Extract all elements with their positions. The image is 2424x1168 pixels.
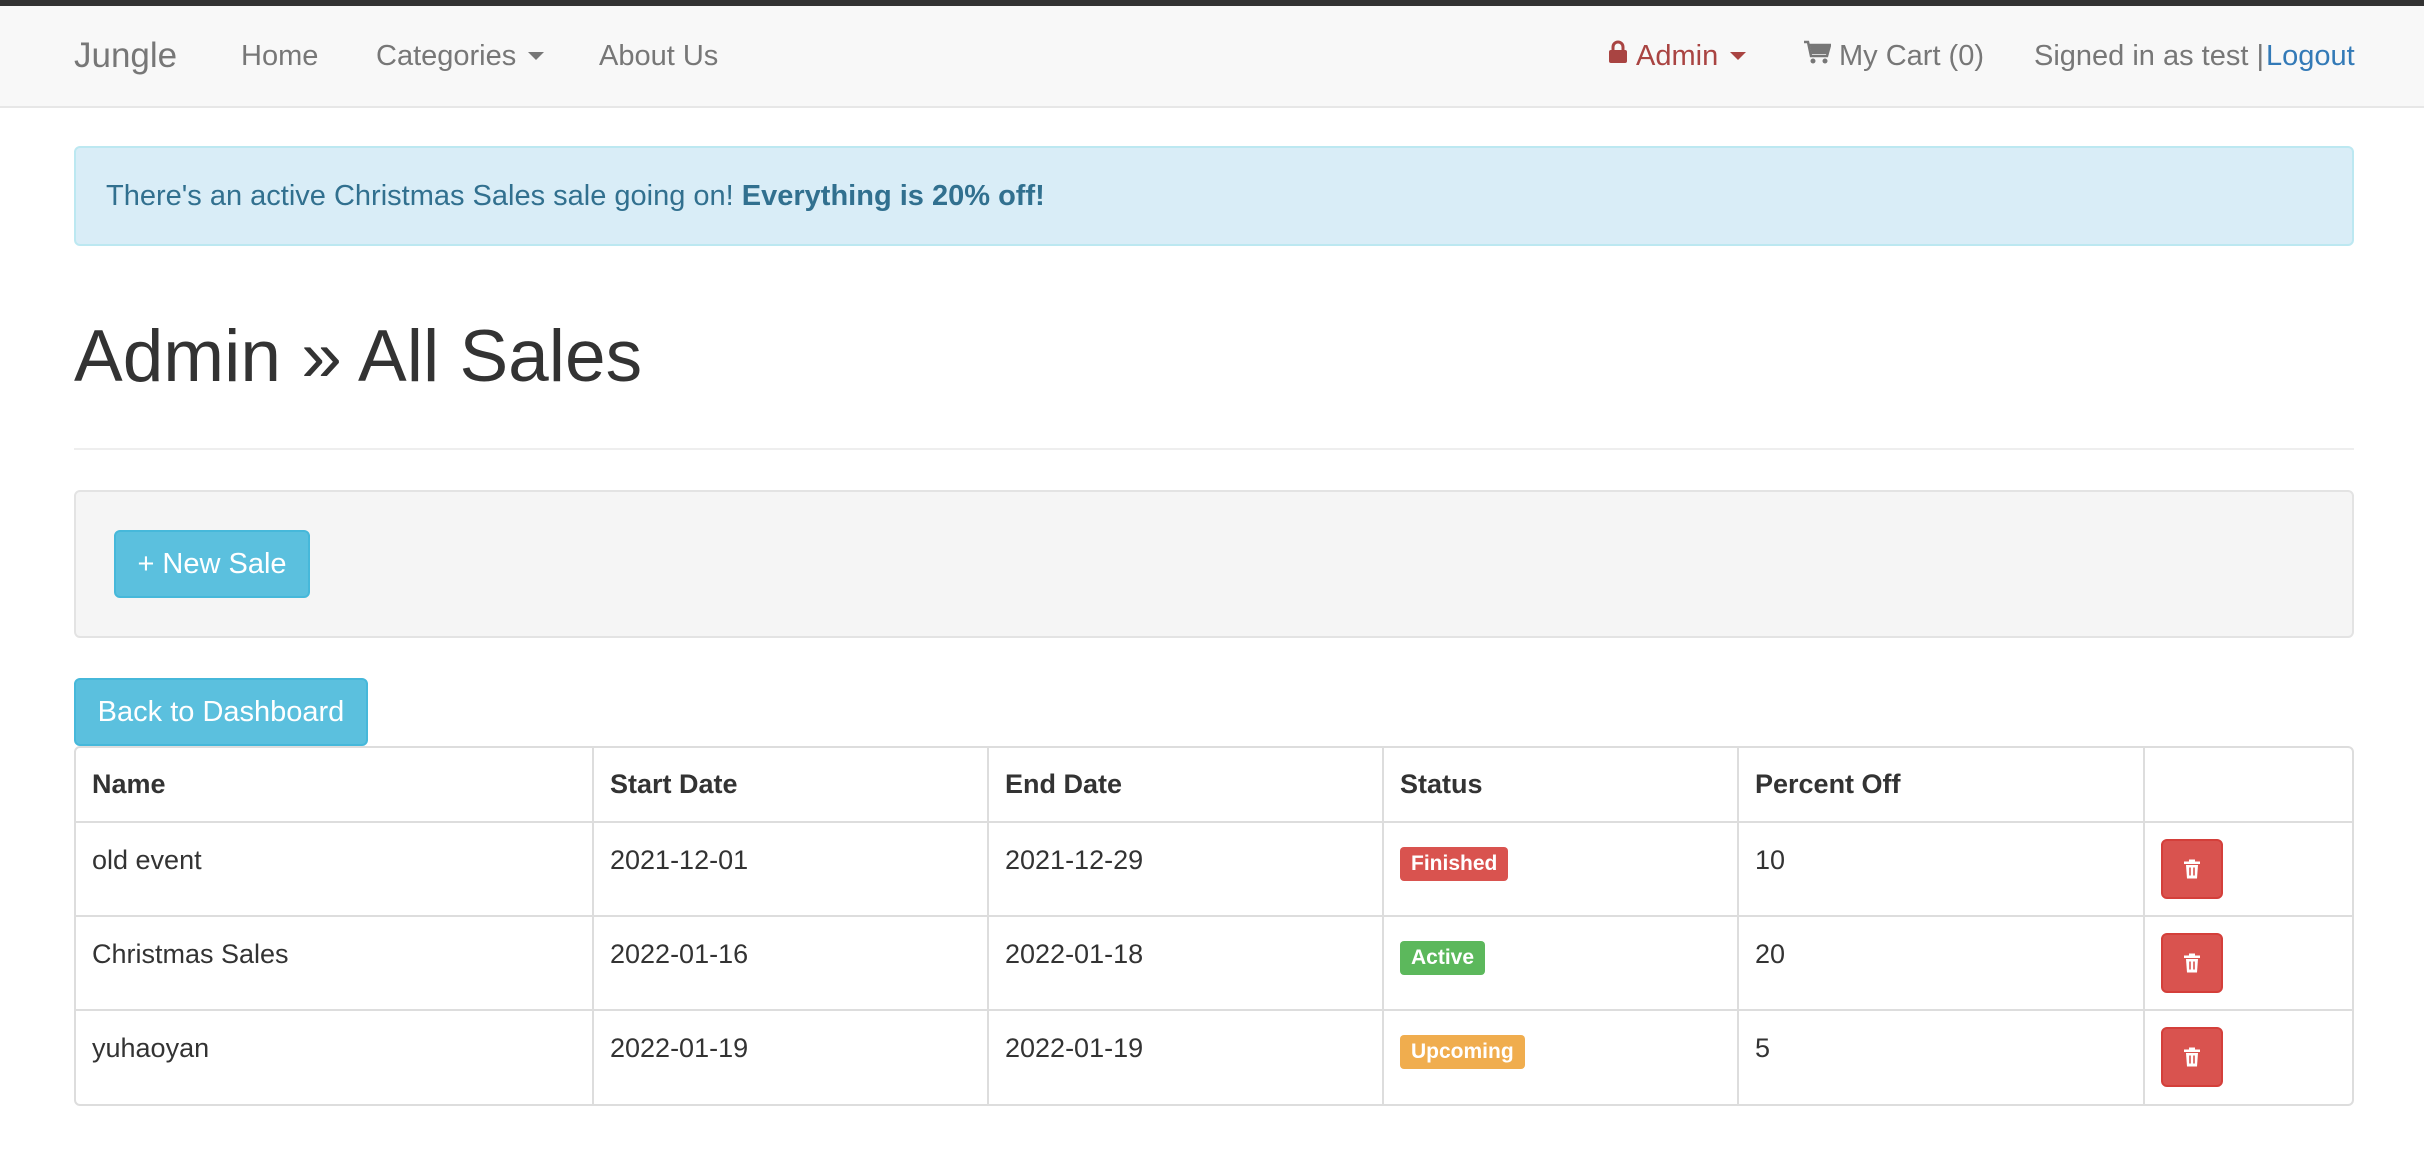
sale-alert-emphasis: Everything is 20% off!	[741, 180, 1045, 212]
col-header-percent-off: Percent Off	[1737, 748, 2144, 822]
delete-button[interactable]	[2161, 839, 2223, 899]
chevron-down-icon	[1730, 52, 1747, 61]
col-header-name: Name	[92, 769, 166, 799]
nav-categories-dropdown[interactable]: Categories	[376, 6, 545, 106]
lock-icon	[1608, 5, 1628, 105]
cell-end-date: 2021-12-29	[987, 821, 1383, 916]
cell-actions	[2143, 915, 2352, 1010]
nav-home[interactable]: Home	[241, 6, 318, 106]
nav-about[interactable]: About Us	[599, 6, 718, 106]
cell-start-date: 2022-01-19	[592, 1009, 988, 1104]
delete-button[interactable]	[2161, 1027, 2223, 1087]
col-header-actions	[2143, 748, 2352, 822]
cell-name: yuhaoyan	[76, 1009, 593, 1104]
col-header-start-date: Start Date	[592, 748, 988, 822]
trash-icon	[2184, 1047, 2200, 1067]
signed-in-text: Signed in as test |	[2034, 40, 2265, 72]
nav-categories-label: Categories	[376, 40, 517, 72]
cell-start-date: 2021-12-01	[592, 821, 988, 916]
header-divider	[74, 448, 2354, 450]
nav-admin-label: Admin	[1636, 40, 1719, 72]
sales-table: Name Start Date End Date Status Percent …	[74, 746, 2354, 1106]
nav-cart[interactable]: My Cart (0)	[1803, 6, 1984, 106]
cell-percent-off: 20	[1737, 915, 2144, 1010]
cell-actions	[2143, 821, 2352, 916]
cell-start-date: 2022-01-16	[592, 915, 988, 1010]
actions-well: + New Sale	[74, 490, 2354, 638]
cell-name: Christmas Sales	[76, 915, 593, 1010]
cell-name: old event	[76, 821, 593, 916]
status-badge: Finished	[1400, 847, 1509, 881]
navbar: Jungle Home Categories About Us Admin My…	[0, 6, 2424, 108]
logout-link[interactable]: Logout	[2266, 6, 2355, 106]
trash-icon	[2184, 953, 2200, 973]
shopping-cart-icon	[1803, 5, 1832, 105]
brand-link[interactable]: Jungle	[74, 6, 177, 106]
delete-button[interactable]	[2161, 933, 2223, 993]
col-header-status: Status	[1382, 748, 1738, 822]
status-badge: Upcoming	[1400, 1035, 1525, 1069]
back-to-dashboard-button[interactable]: Back to Dashboard	[74, 678, 368, 746]
sale-alert: There's an active Christmas Sales sale g…	[74, 146, 2354, 246]
status-badge: Active	[1400, 941, 1486, 975]
cell-percent-off: 5	[1737, 1009, 2144, 1104]
col-header-end-date: End Date	[987, 748, 1383, 822]
nav-admin-dropdown[interactable]: Admin	[1608, 5, 1747, 106]
cell-end-date: 2022-01-19	[987, 1009, 1383, 1104]
nav-cart-label: My Cart (0)	[1839, 40, 1984, 72]
table-row: Christmas Sales 2022-01-16 2022-01-18 Ac…	[76, 915, 2352, 1010]
page-title: Admin » All Sales	[74, 316, 643, 397]
table-row: old event 2021-12-01 2021-12-29 Finished…	[76, 821, 2352, 916]
cell-status: Upcoming	[1382, 1009, 1738, 1104]
cell-status: Finished	[1382, 821, 1738, 916]
sale-alert-text: There's an active Christmas Sales sale g…	[106, 180, 742, 212]
cell-status: Active	[1382, 915, 1738, 1010]
table-row: yuhaoyan 2022-01-19 2022-01-19 Upcoming …	[76, 1009, 2352, 1104]
cell-end-date: 2022-01-18	[987, 915, 1383, 1010]
new-sale-button[interactable]: + New Sale	[114, 530, 310, 598]
trash-icon	[2184, 859, 2200, 879]
table-header-row: Name Start Date End Date Status Percent …	[76, 748, 2352, 822]
cell-percent-off: 10	[1737, 821, 2144, 916]
cell-actions	[2143, 1009, 2352, 1104]
chevron-down-icon	[528, 52, 545, 61]
